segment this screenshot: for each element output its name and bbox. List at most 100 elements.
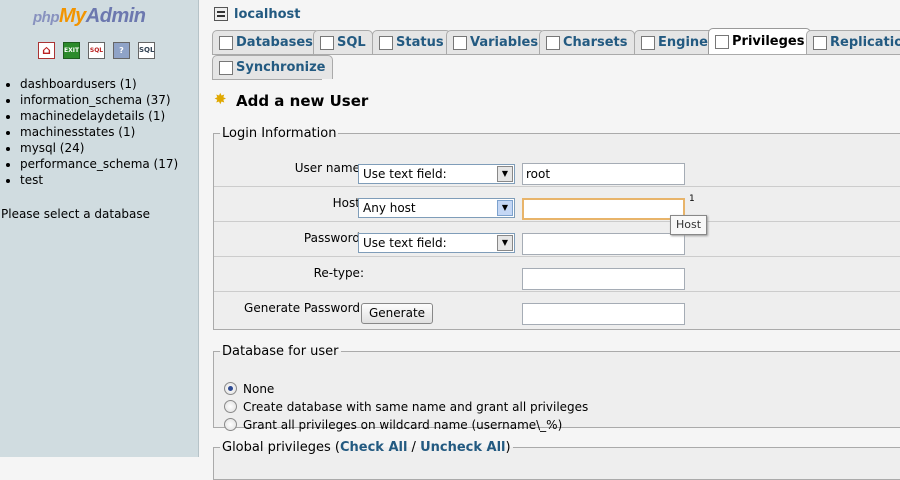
chevron-down-icon[interactable]: ▼ <box>497 166 513 182</box>
radio-icon[interactable] <box>224 400 237 413</box>
server-icon <box>214 7 228 21</box>
host-select[interactable]: Any host ▼ <box>358 198 515 218</box>
password-label: Password: <box>303 231 364 245</box>
tab-label: Synchronize <box>236 59 326 75</box>
tab-label: SQL <box>337 34 366 50</box>
variables-icon <box>453 35 467 50</box>
logo-my: My <box>59 5 86 27</box>
server-breadcrumb: localhost <box>214 5 300 23</box>
radio-option-none[interactable]: None <box>224 380 274 397</box>
host-select-value: Any host <box>363 201 416 215</box>
tab-privileges[interactable]: Privileges <box>708 28 812 54</box>
database-item[interactable]: machinedelaydetails (1) <box>20 108 178 124</box>
global-privileges-label: Global privileges ( <box>222 440 340 455</box>
user-name-select-value: Use text field: <box>363 167 447 181</box>
host-footnote: 1 <box>689 194 695 204</box>
documentation-icon[interactable]: ? <box>113 42 130 59</box>
user-name-select[interactable]: Use text field: ▼ <box>358 164 515 184</box>
privileges-icon <box>715 34 729 49</box>
retype-input[interactable] <box>522 268 685 290</box>
chevron-down-icon[interactable]: ▼ <box>497 235 513 251</box>
chevron-down-icon[interactable]: ▼ <box>497 200 513 216</box>
tab-synchronize[interactable]: Synchronize <box>212 55 333 79</box>
charsets-icon <box>546 35 560 50</box>
generated-password-input[interactable] <box>522 303 685 325</box>
logout-icon[interactable]: EXIT <box>63 42 80 59</box>
new-user-icon <box>214 90 230 109</box>
logo-admin: Admin <box>85 5 146 27</box>
database-for-user-legend: Database for user <box>222 344 339 359</box>
password-select-value: Use text field: <box>363 236 447 250</box>
user-name-row: User name: Use text field: ▼ root <box>214 152 900 187</box>
tab-variables[interactable]: Variables <box>446 30 546 54</box>
main-frame: localhost Databases SQL Status Variables… <box>200 0 900 480</box>
login-information-fieldset: Login Information User name: Use text fi… <box>213 126 900 330</box>
tab-label: Privileges <box>732 33 805 49</box>
synchronize-icon <box>219 60 233 75</box>
radio-label: Grant all privileges on wildcard name (u… <box>243 417 563 432</box>
engines-icon <box>641 35 655 50</box>
page-title: Add a new User <box>214 90 369 110</box>
database-item[interactable]: machinesstates (1) <box>20 124 178 140</box>
tab-charsets[interactable]: Charsets <box>539 30 635 54</box>
host-row: Host: Any host ▼ 1 <box>214 187 900 222</box>
tab-divider <box>212 79 322 80</box>
tab-label: Variables <box>470 34 539 50</box>
tab-label: Databases <box>236 34 313 50</box>
generate-password-label: Generate Password: <box>244 301 364 315</box>
generate-password-row: Generate Password: Generate <box>214 292 900 327</box>
radio-label: None <box>243 381 275 396</box>
server-link[interactable]: localhost <box>234 7 300 22</box>
database-item[interactable]: performance_schema (17) <box>20 156 178 172</box>
database-item[interactable]: test <box>20 172 178 188</box>
tab-databases[interactable]: Databases <box>212 30 320 54</box>
generate-button[interactable]: Generate <box>361 303 434 324</box>
query-window-icon[interactable]: SQL <box>88 42 105 59</box>
global-privileges-fieldset: Global privileges (Check All / Uncheck A… <box>213 440 900 480</box>
tab-replication[interactable]: Replication <box>806 30 900 54</box>
legend-close-paren: ) <box>505 440 511 455</box>
tab-status[interactable]: Status <box>372 30 451 54</box>
database-list: dashboardusers (1) information_schema (3… <box>0 76 178 188</box>
database-for-user-fieldset: Database for user None Create database w… <box>213 344 900 432</box>
global-privileges-legend: Global privileges (Check All / Uncheck A… <box>220 440 513 455</box>
tab-divider <box>212 54 900 55</box>
retype-row: Re-type: <box>214 257 900 292</box>
replication-icon <box>813 35 827 50</box>
nav-icon-bar: ⌂ EXIT SQL ? SQL <box>38 42 155 60</box>
tab-label: Charsets <box>563 34 628 50</box>
status-icon <box>379 35 393 50</box>
password-select[interactable]: Use text field: ▼ <box>358 233 515 253</box>
radio-label: Create database with same name and grant… <box>243 399 589 414</box>
tab-sql[interactable]: SQL <box>313 30 373 54</box>
select-database-hint: Please select a database <box>1 207 151 221</box>
password-input[interactable] <box>522 233 685 255</box>
logo-php: php <box>33 9 60 26</box>
password-row: Password: Use text field: ▼ <box>214 222 900 257</box>
page-title-text: Add a new User <box>236 92 369 110</box>
tab-label: Status <box>396 34 444 50</box>
database-item[interactable]: information_schema (37) <box>20 92 178 108</box>
radio-option-wildcard[interactable]: Grant all privileges on wildcard name (u… <box>224 416 562 433</box>
radio-icon[interactable] <box>224 418 237 431</box>
user-name-label: User name: <box>294 161 364 175</box>
database-item[interactable]: mysql (24) <box>20 140 178 156</box>
home-icon[interactable]: ⌂ <box>38 42 55 59</box>
user-name-input[interactable]: root <box>522 163 685 185</box>
sql-docs-icon[interactable]: SQL <box>138 42 155 59</box>
login-information-legend: Login Information <box>222 126 337 141</box>
tab-label: Replication <box>830 34 900 50</box>
navigation-frame: phpMyAdmin ⌂ EXIT SQL ? SQL dashboarduse… <box>0 0 199 457</box>
databases-icon <box>219 35 233 50</box>
sql-icon <box>320 35 334 50</box>
retype-label: Re-type: <box>313 266 364 280</box>
host-input[interactable] <box>522 198 685 220</box>
host-tooltip: Host <box>670 215 708 235</box>
phpmyadmin-logo[interactable]: phpMyAdmin <box>33 5 146 29</box>
check-all-link[interactable]: Check All <box>340 440 407 455</box>
legend-separator: / <box>407 440 421 455</box>
uncheck-all-link[interactable]: Uncheck All <box>420 440 505 455</box>
database-item[interactable]: dashboardusers (1) <box>20 76 178 92</box>
radio-selected-icon[interactable] <box>224 382 237 395</box>
radio-option-create-database[interactable]: Create database with same name and grant… <box>224 398 588 415</box>
